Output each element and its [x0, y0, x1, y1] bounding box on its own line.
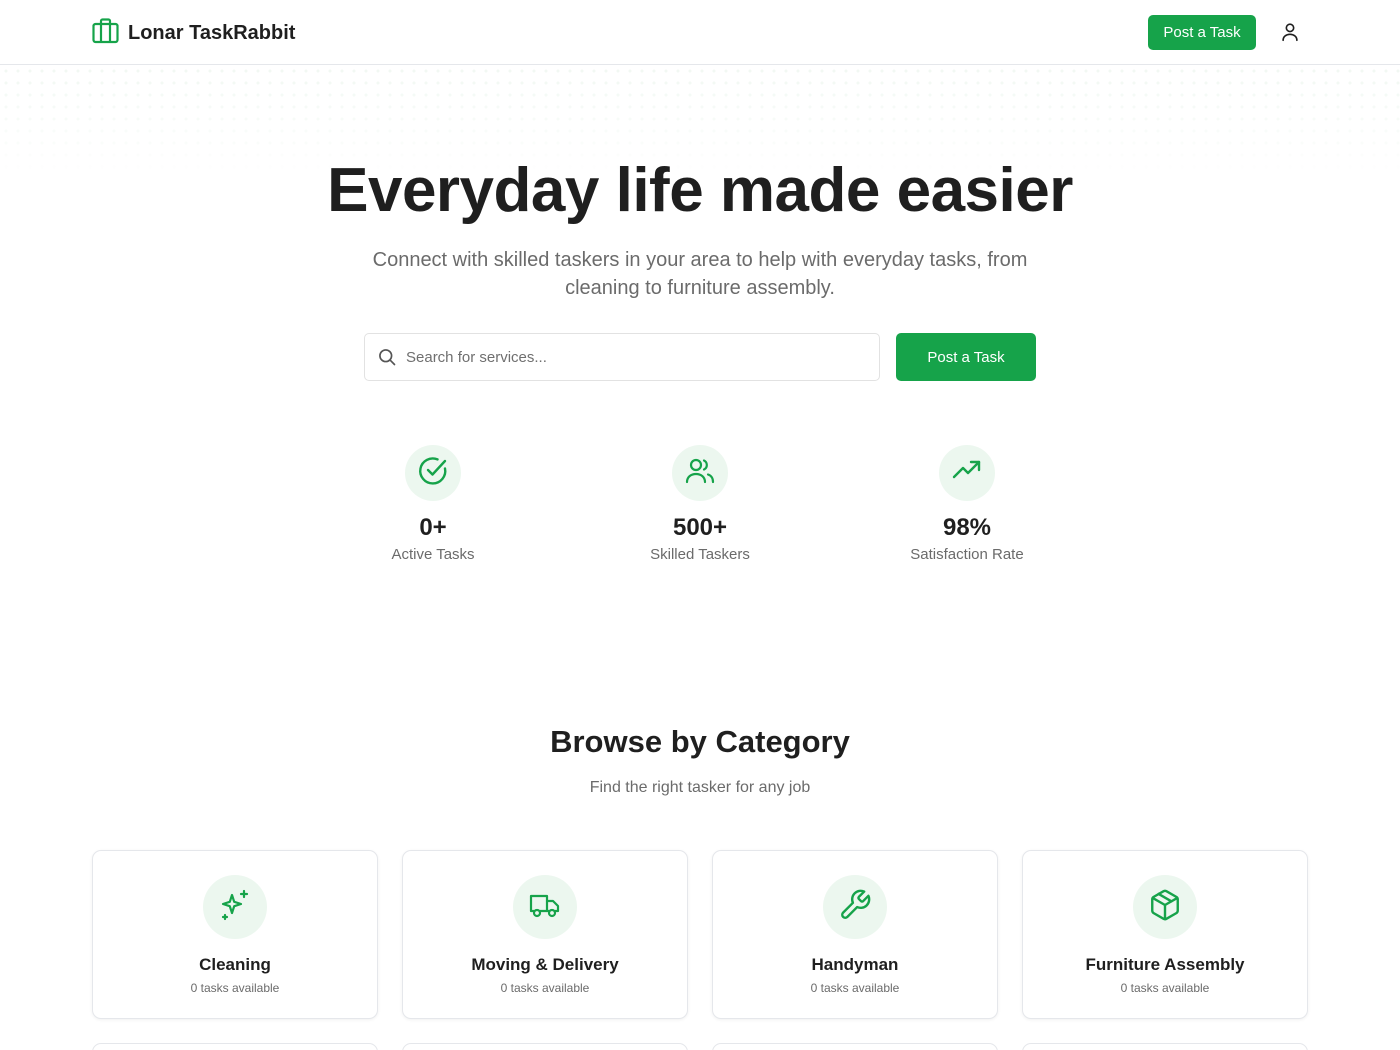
header-post-task-button[interactable]: Post a Task [1148, 15, 1256, 50]
stat-value: 500+ [672, 514, 728, 541]
stat-value: 0+ [419, 514, 447, 541]
search-box[interactable] [364, 333, 880, 381]
category-card-next[interactable] [402, 1043, 688, 1050]
stat-icon-circle [405, 445, 461, 501]
search-input[interactable] [406, 348, 846, 366]
category-icon-circle [203, 875, 267, 939]
stat-active-tasks: 0+ Active Tasks [333, 445, 533, 563]
category-card-moving-delivery[interactable]: Moving & Delivery 0 tasks available [402, 850, 688, 1019]
category-icon-circle [513, 875, 577, 939]
check-circle-icon [417, 455, 449, 492]
category-card-cleaning[interactable]: Cleaning 0 tasks available [92, 850, 378, 1019]
category-card-furniture-assembly[interactable]: Furniture Assembly 0 tasks available [1022, 850, 1308, 1019]
stat-icon-circle [939, 445, 995, 501]
category-icon-circle [1133, 875, 1197, 939]
category-count: 0 tasks available [500, 981, 590, 995]
sparkles-icon [218, 888, 252, 927]
category-count: 0 tasks available [810, 981, 900, 995]
hero-subtitle: Connect with skilled taskers in your are… [372, 249, 1028, 299]
wrench-icon [838, 888, 872, 927]
truck-icon [528, 888, 562, 927]
categories-subtitle: Find the right tasker for any job [589, 779, 811, 796]
category-count: 0 tasks available [190, 981, 280, 995]
trending-up-icon [951, 455, 983, 492]
stat-label: Satisfaction Rate [910, 546, 1024, 563]
category-card-next[interactable] [1022, 1043, 1308, 1050]
user-icon[interactable] [1279, 21, 1301, 48]
category-card-next[interactable] [92, 1043, 378, 1050]
category-card-next[interactable] [712, 1043, 998, 1050]
stat-icon-circle [672, 445, 728, 501]
category-name: Handyman [811, 955, 899, 974]
stat-skilled-taskers: 500+ Skilled Taskers [600, 445, 800, 563]
categories-title: Browse by Category [550, 724, 850, 759]
category-card-handyman[interactable]: Handyman 0 tasks available [712, 850, 998, 1019]
hero-post-task-button[interactable]: Post a Task [896, 333, 1036, 381]
brand-name: Lonar TaskRabbit [128, 22, 296, 44]
stat-label: Skilled Taskers [650, 546, 750, 563]
users-icon [684, 455, 716, 492]
category-name: Moving & Delivery [471, 955, 619, 974]
search-icon [377, 347, 397, 367]
category-name: Furniture Assembly [1085, 955, 1245, 974]
box-icon [1148, 888, 1182, 927]
category-name: Cleaning [199, 955, 271, 974]
stat-label: Active Tasks [391, 546, 475, 563]
stat-satisfaction-rate: 98% Satisfaction Rate [867, 445, 1067, 563]
hero-title: Everyday life made easier [327, 156, 1073, 225]
category-icon-circle [823, 875, 887, 939]
category-count: 0 tasks available [1120, 981, 1210, 995]
stat-value: 98% [942, 514, 992, 541]
brand-logo[interactable]: Lonar TaskRabbit [92, 18, 295, 49]
briefcase-icon [92, 18, 119, 49]
top-nav: Lonar TaskRabbit Post a Task [0, 0, 1400, 65]
